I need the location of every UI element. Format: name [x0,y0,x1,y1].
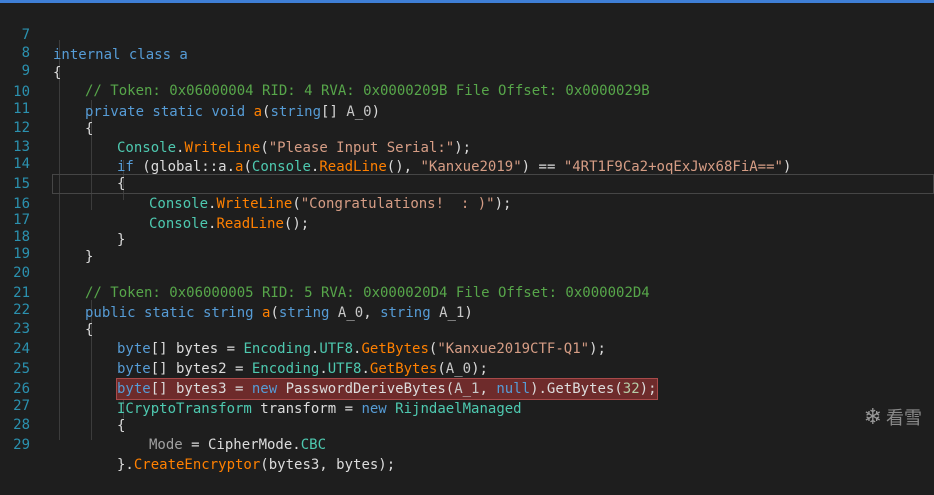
code-line-22[interactable]: 22 { [0,280,934,338]
code-line-25[interactable]: 25 byte[] bytes3 = new PasswordDeriveByt… [0,339,934,400]
code-line-23[interactable]: 23 byte[] bytes = Encoding.UTF8.GetBytes… [0,299,934,357]
code-line-8[interactable]: 8 { [0,23,934,81]
snowflake-icon: ❄ [863,404,882,430]
code-line-12[interactable]: 12 Console.WriteLine("Please Input Seria… [0,98,934,156]
code-editor[interactable]: 7 internal class a 8 { 9 // Token: 0x060… [0,0,934,473]
watermark-text: 看雪 [886,408,922,429]
code-line-9[interactable]: 9 // Token: 0x06000004 RID: 4 RVA: 0x000… [0,41,934,99]
code-token: CBC [300,437,327,453]
code-token: }. [117,457,134,473]
code-token: CreateEncryptor [133,457,261,473]
editor-top-border [0,0,934,3]
code-line-28[interactable]: 28 Mode = CipherMode.CBC [0,395,934,453]
code-line-20[interactable]: 20 // Token: 0x06000005 RID: 5 RVA: 0x00… [0,243,934,301]
code-line-29[interactable]: 29 }.CreateEncryptor(bytes3, bytes); [0,415,934,473]
line-number: 29 [13,437,30,453]
code-line-27[interactable]: 27 { [0,376,934,434]
code-line-7[interactable]: 7 internal class a [0,5,934,63]
code-line-19[interactable]: 19 [0,224,934,262]
kanxue-watermark: ❄ 看雪 [864,404,922,430]
code-line-24[interactable]: 24 byte[] bytes2 = Encoding.UTF8.GetByte… [0,319,934,377]
code-token: (bytes3, bytes); [260,457,396,473]
code-token: Mode [149,437,183,453]
code-line-14[interactable]: 14 { [0,134,934,192]
code-token: = CipherMode. [182,437,301,453]
code-line-11[interactable]: 11 { [0,79,934,137]
code-line-15[interactable]: 15 Console.WriteLine("Congratulations! :… [0,154,934,212]
